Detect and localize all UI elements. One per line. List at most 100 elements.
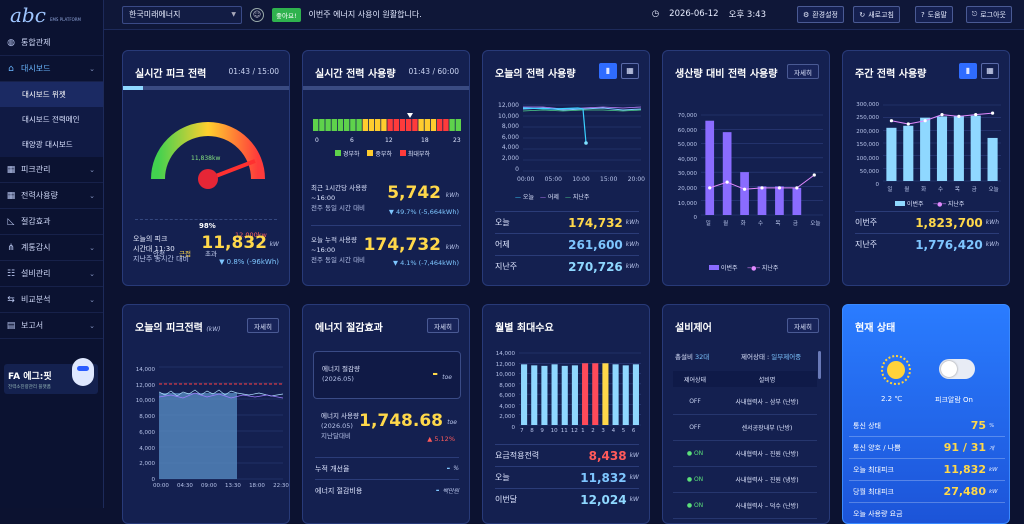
card-title: 실시간 피크 전력 — [135, 69, 207, 80]
bar — [622, 365, 629, 425]
load-segment — [424, 119, 430, 131]
y-axis: 70,000 60,000 50,000 40,000 30,000 20,000 10,0… — [677, 113, 697, 222]
help-button[interactable]: ? 도움말 — [914, 6, 953, 23]
chevron-down-icon: ⌄ — [89, 64, 95, 73]
sidebar-item-saving[interactable]: ◺ 절감효과 — [0, 209, 103, 235]
table-row[interactable]: ● ON 사내협력사 – 진원 (냉방) — [673, 467, 817, 493]
control-state-badge: ● ON — [686, 476, 704, 483]
x-tick-label: 금 — [971, 187, 977, 193]
bar — [531, 365, 538, 425]
saving-amount-box: 에너지 절감량 (2026.05) - toe — [313, 351, 461, 399]
table-row[interactable]: ● ON사내협력사 – 덕수 (냉방) — [673, 519, 817, 523]
grid-icon: ▦ — [6, 164, 16, 175]
chevron-down-icon: ⌄ — [89, 321, 95, 330]
sidebar-sub-widget[interactable]: 대시보드 위젯 — [0, 82, 103, 107]
equipment-total: 총설비 32대 — [675, 353, 710, 361]
sidebar: abc EMS PLATFORM ◍ 통합관제 ⌂ 대시보드 ⌄ 대시보드 위젯 대시보… — [0, 0, 104, 508]
sidebar-item-report[interactable]: ▤ 보고서 ⌄ — [0, 313, 103, 339]
network-icon: ⋔ — [7, 242, 15, 253]
refresh-icon: ↻ — [859, 10, 866, 19]
peak-alarm-toggle[interactable] — [939, 359, 975, 379]
x-tick-label: 12 — [570, 428, 578, 434]
realtime-usage-card: 실시간 전력 사용량 01:43 / 60:00 0 6 12 18 23 경부하 중부… — [302, 50, 470, 286]
sidebar-item-power-usage[interactable]: ▦ 전력사용량 ⌄ — [0, 183, 103, 209]
status-row: 오늘 사용량 요금 — [849, 503, 1005, 523]
load-segment — [449, 119, 455, 131]
logout-button[interactable]: ⎋ 로그아웃 — [965, 6, 1012, 23]
status-label: 통신 상태 — [853, 421, 881, 430]
peak-gauge — [151, 122, 265, 189]
bar-chart-toggle-icon[interactable]: ▮ — [599, 63, 617, 79]
home-icon: ⌂ — [8, 63, 14, 74]
status-unit: kW — [989, 488, 998, 495]
load-segment — [455, 119, 461, 131]
promo-banner[interactable]: FA 에그:핏 전력소진량관리 플랫폼 — [4, 358, 98, 394]
point — [957, 114, 961, 118]
detail-button[interactable]: 자세히 — [787, 64, 819, 79]
detail-button[interactable]: 자세히 — [247, 318, 279, 333]
logo[interactable]: abc EMS PLATFORM — [0, 0, 103, 30]
table-toggle-icon[interactable]: ▦ — [621, 63, 639, 79]
point — [990, 111, 995, 115]
company-select[interactable]: 한국미래에너지 ▼ — [122, 5, 242, 24]
status-value: 11,832 — [943, 463, 986, 476]
x-tick-label: 4 — [611, 428, 616, 434]
table-header: 제어상태 설비명 — [673, 371, 817, 387]
control-state-badge: OFF — [689, 424, 701, 431]
x-tick-label: 수 — [938, 187, 944, 193]
point — [760, 186, 764, 190]
table-toggle-icon[interactable]: ▦ — [981, 63, 999, 79]
sidebar-sub-power-main[interactable]: 대시보드 전력메인 — [0, 107, 103, 132]
load-segment — [418, 119, 424, 131]
chevron-down-icon: ⌄ — [89, 295, 95, 304]
scrollbar[interactable] — [818, 351, 821, 379]
bar — [602, 363, 609, 425]
point — [777, 186, 782, 190]
chevron-down-icon: ⌄ — [89, 243, 95, 252]
energy-saving-card: 에너지 절감효과 자세히 에너지 절감량 (2026.05) - toe 에너지 … — [302, 304, 470, 524]
sidebar-item-equipment[interactable]: ☷ 설비관리 ⌄ — [0, 261, 103, 287]
x-tick-label: 일 — [705, 221, 711, 227]
production-usage-card: 생산량 대비 전력 사용량 자세히 70,000 60,000 50,000 40,0… — [662, 50, 830, 286]
sidebar-item-integrated[interactable]: ◍ 통합관제 — [0, 30, 103, 56]
robot-mascot-icon — [72, 358, 94, 386]
x-tick-label: 화 — [740, 221, 746, 227]
user-icon[interactable]: ☺ — [250, 7, 264, 22]
status-row: 오늘 최대피크 11,832 kW — [849, 459, 1005, 481]
detail-button[interactable]: 자세히 — [787, 318, 819, 333]
load-segment — [325, 119, 331, 131]
refresh-button[interactable]: ↻ 새로고침 — [853, 6, 900, 23]
bar-chart-toggle-icon[interactable]: ▮ — [959, 63, 977, 79]
load-segment — [406, 119, 412, 131]
bar — [632, 364, 639, 425]
status-row: 통신 상태 75% — [849, 415, 1005, 437]
sidebar-item-dashboard[interactable]: ⌂ 대시보드 ⌄ — [0, 56, 103, 82]
cumulative-label: 오늘 누적 사용량 ~16:00 전주 동일 시간 대비 — [311, 236, 366, 264]
x-tick-label: 6 — [631, 428, 636, 434]
bar — [521, 364, 528, 425]
bar — [571, 365, 578, 425]
table-row[interactable]: OFF 센서공장내부 (난방) — [673, 415, 817, 441]
chevron-down-icon: ⌄ — [89, 269, 95, 278]
equipment-table: OFF 사내협력사 – 삼부 (난방) OFF 센서공장내부 (난방) ● ON 사내협력… — [673, 389, 817, 523]
bar — [953, 115, 964, 181]
settings-icon: ☷ — [6, 268, 16, 279]
table-row[interactable]: OFF 사내협력사 – 삼부 (난방) — [673, 389, 817, 415]
load-segment — [356, 119, 362, 131]
x-tick-label: 오늘 — [810, 221, 821, 227]
sidebar-item-grid-monitor[interactable]: ⋔ 계통감시 ⌄ — [0, 235, 103, 261]
table-row[interactable]: ● ON 사내협력사 – 진원 (난방) — [673, 441, 817, 467]
detail-button[interactable]: 자세히 — [427, 318, 459, 333]
sidebar-item-peak[interactable]: ▦ 피크관리 ⌄ — [0, 157, 103, 183]
sidebar-item-compare[interactable]: ⇆ 비교분석 ⌄ — [0, 287, 103, 313]
x-tick-label: 8 — [530, 428, 534, 434]
weekly-usage-card: 주간 전력 사용량 ▮ ▦ 300,000 250,000 200,000 150,0… — [842, 50, 1010, 286]
status-row: 통신 양호 / 나쁨 91 / 31 개 — [849, 437, 1005, 459]
today-line-chart — [523, 104, 641, 172]
settings-button[interactable]: ⚙ 환경설정 — [796, 6, 844, 23]
chart-icon: ◺ — [7, 216, 15, 227]
x-tick-label: 10 — [550, 428, 558, 434]
status-label: 당월 최대피크 — [853, 487, 894, 496]
table-row[interactable]: ● ON 사내협력사 – 덕수 (난방) — [673, 493, 817, 519]
sidebar-sub-solar[interactable]: 태양광 대시보드 — [0, 132, 103, 157]
